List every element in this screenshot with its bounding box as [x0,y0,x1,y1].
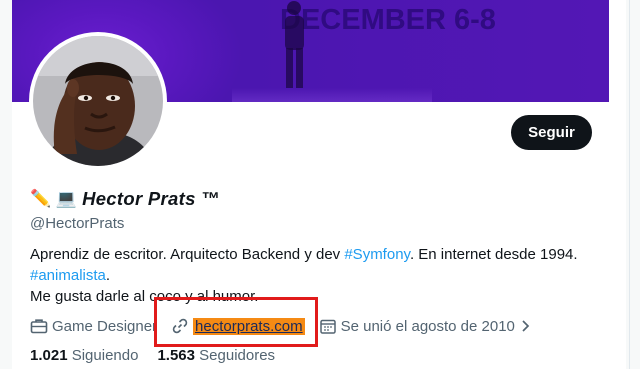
follow-button[interactable]: Seguir [511,115,592,150]
bio-line-1: Aprendiz de escritor. Arquitecto Backend… [30,244,610,265]
following-label: Siguiendo [71,347,139,364]
banner-speaker-figure [285,1,304,88]
bio-text-period: . [105,267,111,284]
calendar-icon [319,319,336,334]
briefcase-icon [30,319,48,334]
display-name-row: ✏️ 💻 Hector Prats ™ [30,188,220,210]
hashtag-symfony-link[interactable]: #Symfony [344,246,410,263]
banner-stage-light [232,88,432,102]
pencil-laptop-emoji: ✏️ 💻 [30,189,78,208]
profile-bio: Aprendiz de escritor. Arquitecto Backend… [30,244,610,307]
bio-line-3: Me gusta darle al coco y al humor. [30,288,259,305]
display-name: Hector Prats ™ [82,188,220,209]
page-scrollbar[interactable] [626,0,640,369]
follow-stats: 1.021 Siguiendo 1.563 Seguidores [30,347,294,364]
category-label: Game Designer [52,317,158,335]
bio-text-tail: . En internet desde 1994. [409,246,578,263]
annotation-highlight-box [154,297,318,347]
avatar[interactable] [29,32,167,170]
followers-stat[interactable]: 1.563 Seguidores [157,347,275,364]
scrollbar-track [629,0,630,369]
followers-count: 1.563 [157,347,195,364]
following-stat[interactable]: 1.021 Siguiendo [30,347,138,364]
hashtag-animalista-link[interactable]: #animalista [30,267,106,284]
bio-text: Aprendiz de escritor. Arquitecto Backend… [30,246,345,263]
following-count: 1.021 [30,347,68,364]
bio-line-2: #animalista. [30,265,610,286]
user-handle: @HectorPrats [30,215,125,232]
followers-label: Seguidores [199,347,276,364]
avatar-photo [33,36,163,166]
category-item: Game Designer [30,317,157,335]
joined-item[interactable]: Se unió el agosto de 2010 [319,317,537,335]
joined-label: Se unió el agosto de 2010 [340,317,515,335]
chevron-right-icon[interactable] [519,317,533,335]
left-gutter [0,0,12,369]
